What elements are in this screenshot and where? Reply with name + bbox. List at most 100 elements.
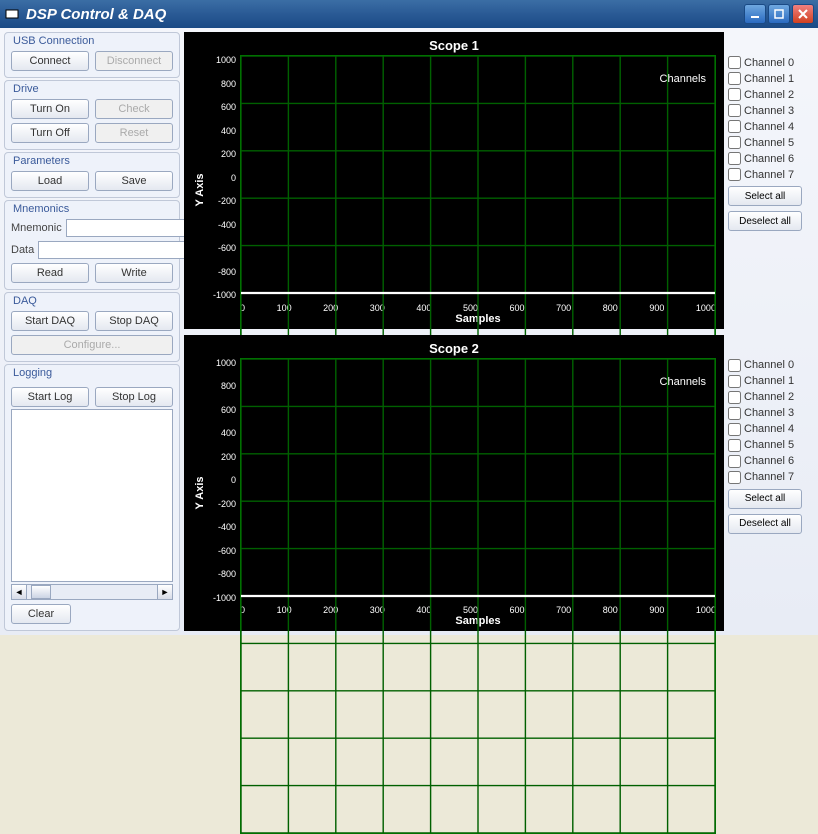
scope-2-channel-7[interactable]: Channel 7 bbox=[728, 471, 814, 484]
scope-1-ylabel: Y Axis bbox=[192, 55, 208, 325]
scope-2-channel-4-label: Channel 4 bbox=[744, 423, 794, 435]
scope-2-ylabel: Y Axis bbox=[192, 358, 208, 628]
logging-group: Logging Start Log Stop Log ◄ ► Clear bbox=[4, 364, 180, 631]
scope-2-title: Scope 2 bbox=[192, 341, 716, 356]
scope-2-channel-4[interactable]: Channel 4 bbox=[728, 423, 814, 436]
scroll-thumb[interactable] bbox=[31, 585, 51, 599]
scope-1-yticks: 10008006004002000-200-400-600-800-1000 bbox=[208, 55, 240, 301]
scope-2-channel-0-checkbox[interactable] bbox=[728, 359, 741, 372]
scope-1-channel-list: Channel 0 Channel 1 Channel 2 Channel 3 Chan… bbox=[728, 32, 814, 329]
window-title: DSP Control & DAQ bbox=[26, 6, 744, 23]
scope-2-channel-7-label: Channel 7 bbox=[744, 471, 794, 483]
scope-2-channel-6-label: Channel 6 bbox=[744, 455, 794, 467]
connect-button[interactable]: Connect bbox=[11, 51, 89, 71]
stop-log-button[interactable]: Stop Log bbox=[95, 387, 173, 407]
scope-1-channel-6[interactable]: Channel 6 bbox=[728, 152, 814, 165]
app-icon bbox=[4, 6, 20, 22]
scope-1-channel-4-checkbox[interactable] bbox=[728, 120, 741, 133]
scope-2-channel-3-checkbox[interactable] bbox=[728, 407, 741, 420]
scope-2-channel-4-checkbox[interactable] bbox=[728, 423, 741, 436]
left-panel: USB Connection Connect Disconnect Drive … bbox=[4, 32, 180, 631]
data-label: Data bbox=[11, 244, 34, 256]
scope-2-channel-1[interactable]: Channel 1 bbox=[728, 375, 814, 388]
scope-2-deselect-all-button[interactable]: Deselect all bbox=[728, 514, 802, 534]
usb-group: USB Connection Connect Disconnect bbox=[4, 32, 180, 78]
scope-1-channel-panel: Channel 0 Channel 1 Channel 2 Channel 3 Chan… bbox=[728, 32, 814, 329]
log-listbox[interactable] bbox=[11, 409, 173, 582]
scope-1-channel-1-label: Channel 1 bbox=[744, 73, 794, 85]
daq-legend: DAQ bbox=[13, 295, 173, 307]
scope-2-channel-5-label: Channel 5 bbox=[744, 439, 794, 451]
scope-1-channel-5[interactable]: Channel 5 bbox=[728, 136, 814, 149]
scope-2-channel-3[interactable]: Channel 3 bbox=[728, 407, 814, 420]
scope-2-channel-1-checkbox[interactable] bbox=[728, 375, 741, 388]
turn-off-button[interactable]: Turn Off bbox=[11, 123, 89, 143]
load-button[interactable]: Load bbox=[11, 171, 89, 191]
reset-button[interactable]: Reset bbox=[95, 123, 173, 143]
mnemonics-group: Mnemonics Mnemonic Data Read Write bbox=[4, 200, 180, 290]
scope-2-channel-2-checkbox[interactable] bbox=[728, 391, 741, 404]
scope-2-channel-7-checkbox[interactable] bbox=[728, 471, 741, 484]
close-button[interactable] bbox=[792, 4, 814, 24]
clear-button[interactable]: Clear bbox=[11, 604, 71, 624]
data-input[interactable] bbox=[38, 241, 188, 259]
scope-2-grid bbox=[240, 358, 716, 834]
titlebar: DSP Control & DAQ bbox=[0, 0, 818, 28]
scope-1-channel-1-checkbox[interactable] bbox=[728, 72, 741, 85]
read-button[interactable]: Read bbox=[11, 263, 89, 283]
scope-2-channel-3-label: Channel 3 bbox=[744, 407, 794, 419]
scope-1-channel-0-label: Channel 0 bbox=[744, 57, 794, 69]
scope-2-channel-6-checkbox[interactable] bbox=[728, 455, 741, 468]
scope-2-channel-2-label: Channel 2 bbox=[744, 391, 794, 403]
scope-2-channel-panel: Channel 0 Channel 1 Channel 2 Channel 3 Chan… bbox=[728, 335, 814, 632]
scope-2-channel-6[interactable]: Channel 6 bbox=[728, 455, 814, 468]
scope-2-channel-5[interactable]: Channel 5 bbox=[728, 439, 814, 452]
logging-legend: Logging bbox=[13, 367, 173, 379]
minimize-button[interactable] bbox=[744, 4, 766, 24]
scope-1-channel-1[interactable]: Channel 1 bbox=[728, 72, 814, 85]
stop-daq-button[interactable]: Stop DAQ bbox=[95, 311, 173, 331]
scope-1-channel-4-label: Channel 4 bbox=[744, 121, 794, 133]
scope-2: Scope 2 Y Axis 10008006004002000-200-400… bbox=[184, 335, 724, 632]
scope-1-channel-7[interactable]: Channel 7 bbox=[728, 168, 814, 181]
scope-2-select-all-button[interactable]: Select all bbox=[728, 489, 802, 509]
save-button[interactable]: Save bbox=[95, 171, 173, 191]
scope-1-channel-6-checkbox[interactable] bbox=[728, 152, 741, 165]
scope-1-channel-2[interactable]: Channel 2 bbox=[728, 88, 814, 101]
start-log-button[interactable]: Start Log bbox=[11, 387, 89, 407]
start-daq-button[interactable]: Start DAQ bbox=[11, 311, 89, 331]
daq-group: DAQ Start DAQ Stop DAQ Configure... bbox=[4, 292, 180, 362]
scope-1-channel-3[interactable]: Channel 3 bbox=[728, 104, 814, 117]
configure-button[interactable]: Configure... bbox=[11, 335, 173, 355]
scope-1-channel-5-label: Channel 5 bbox=[744, 137, 794, 149]
log-hscrollbar[interactable]: ◄ ► bbox=[11, 584, 173, 600]
scope-2-channel-0[interactable]: Channel 0 bbox=[728, 359, 814, 372]
maximize-button[interactable] bbox=[768, 4, 790, 24]
write-button[interactable]: Write bbox=[95, 263, 173, 283]
scope-1-channel-3-label: Channel 3 bbox=[744, 105, 794, 117]
disconnect-button[interactable]: Disconnect bbox=[95, 51, 173, 71]
check-button[interactable]: Check bbox=[95, 99, 173, 119]
scope-2-channel-2[interactable]: Channel 2 bbox=[728, 391, 814, 404]
scope-1-deselect-all-button[interactable]: Deselect all bbox=[728, 211, 802, 231]
scope-1-channel-0[interactable]: Channel 0 bbox=[728, 56, 814, 69]
scope-2-channels-label: Channels bbox=[660, 376, 706, 388]
scope-2-channel-0-label: Channel 0 bbox=[744, 359, 794, 371]
scope-1-channel-7-checkbox[interactable] bbox=[728, 168, 741, 181]
turn-on-button[interactable]: Turn On bbox=[11, 99, 89, 119]
scope-1-channel-4[interactable]: Channel 4 bbox=[728, 120, 814, 133]
scope-2-channel-list: Channel 0 Channel 1 Channel 2 Channel 3 Chan… bbox=[728, 335, 814, 632]
scope-1-channel-2-checkbox[interactable] bbox=[728, 88, 741, 101]
scope-1-select-all-button[interactable]: Select all bbox=[728, 186, 802, 206]
scope-1-channel-3-checkbox[interactable] bbox=[728, 104, 741, 117]
scope-1-channel-5-checkbox[interactable] bbox=[728, 136, 741, 149]
scroll-left-icon[interactable]: ◄ bbox=[11, 584, 27, 600]
scope-1-channel-0-checkbox[interactable] bbox=[728, 56, 741, 69]
parameters-legend: Parameters bbox=[13, 155, 173, 167]
drive-legend: Drive bbox=[13, 83, 173, 95]
center-panel: Scope 1 Y Axis 10008006004002000-200-400… bbox=[184, 32, 814, 631]
mnemonic-label: Mnemonic bbox=[11, 222, 62, 234]
scope-2-channel-5-checkbox[interactable] bbox=[728, 439, 741, 452]
scroll-right-icon[interactable]: ► bbox=[157, 584, 173, 600]
scroll-track[interactable] bbox=[27, 584, 157, 600]
